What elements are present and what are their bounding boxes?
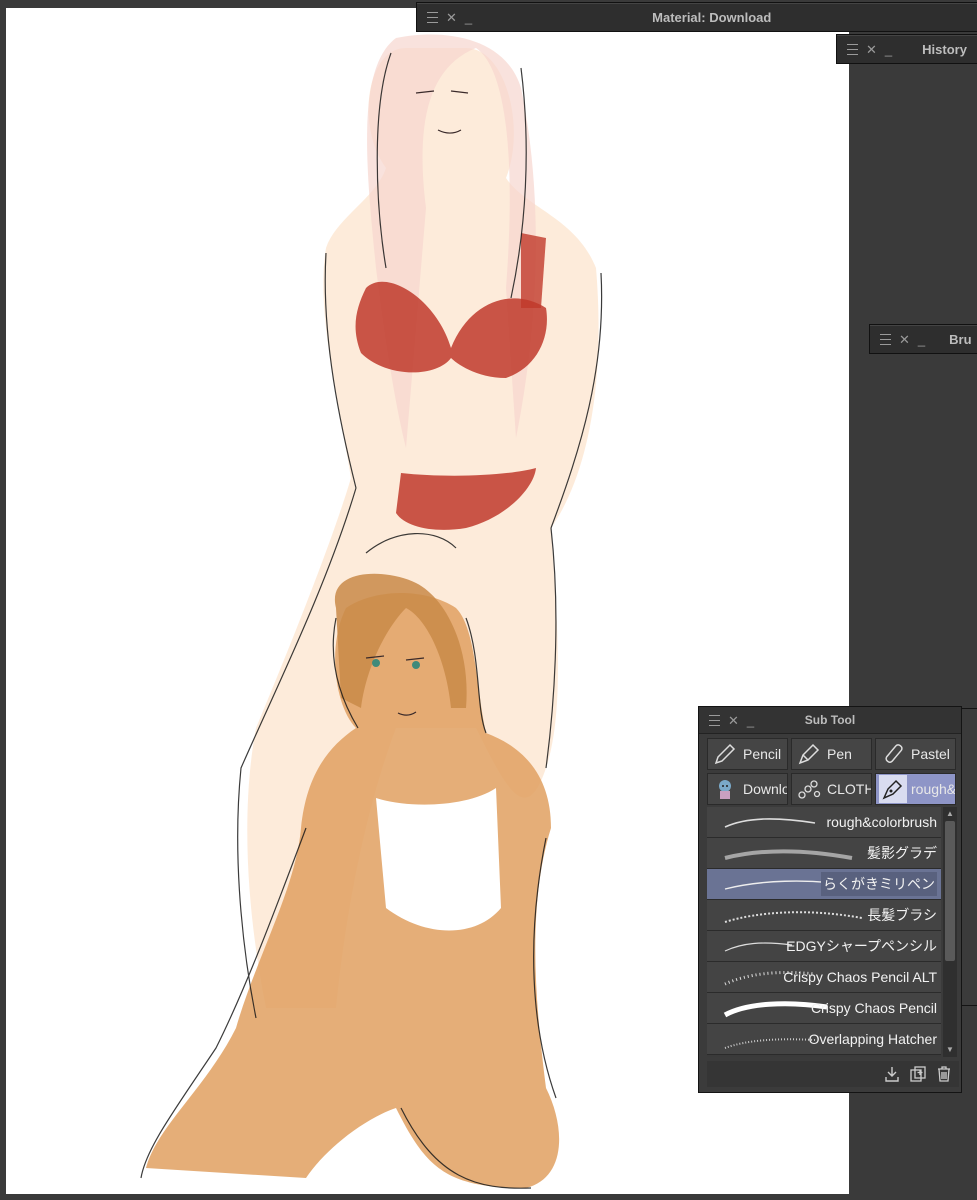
brush-item[interactable]: Crispy Chaos Pencil xyxy=(707,993,941,1024)
close-icon[interactable]: ✕ xyxy=(866,43,877,56)
panel-title: Material: Download xyxy=(652,9,772,25)
group-label: Pen xyxy=(827,746,852,762)
close-icon[interactable]: ✕ xyxy=(899,333,910,346)
subtool-group-download[interactable]: Downlo xyxy=(707,773,788,805)
group-label: Pencil xyxy=(743,746,782,762)
chain-icon xyxy=(795,775,823,803)
subtool-panel-header[interactable]: ✕ _ Sub Tool xyxy=(699,707,961,734)
pastel-icon xyxy=(879,740,907,768)
brush-name: 髪影グラデ xyxy=(867,845,937,861)
brush-stroke-preview xyxy=(724,911,863,923)
trash-icon[interactable] xyxy=(935,1065,953,1083)
brush-item[interactable]: rough&colorbrush xyxy=(707,807,941,838)
panel-title: Bru xyxy=(949,331,972,347)
group-label: Downlo xyxy=(743,781,788,797)
subtool-group-pen[interactable]: Pen xyxy=(791,738,872,770)
brush-name: Crispy Chaos Pencil xyxy=(810,1000,937,1016)
material-panel-header[interactable]: ✕ _ Material: Download xyxy=(416,2,977,32)
scroll-up-icon[interactable]: ▲ xyxy=(945,809,955,819)
minimize-icon[interactable]: _ xyxy=(918,333,925,346)
character-icon xyxy=(711,775,739,803)
group-label: Pastel xyxy=(911,746,950,762)
brush-item[interactable]: Overlapping Hatcher xyxy=(707,1024,941,1055)
subtool-group-pastel[interactable]: Pastel xyxy=(875,738,956,770)
subtool-panel: ✕ _ Sub Tool Pencil Pen Pastel Downlo CL… xyxy=(698,706,962,1093)
brush-name: EDGYシャープペンシル xyxy=(786,938,937,954)
pen-nib-icon xyxy=(879,775,907,803)
pen-icon xyxy=(795,740,823,768)
hamburger-icon[interactable] xyxy=(709,714,720,726)
brush-item-selected[interactable]: らくがきミリペン xyxy=(707,869,941,900)
brush-stroke-preview xyxy=(724,1038,816,1049)
subtool-group-tabs: Pencil Pen Pastel Downlo CLOTH rough& xyxy=(699,734,961,807)
scroll-down-icon[interactable]: ▼ xyxy=(945,1045,955,1055)
duplicate-icon[interactable] xyxy=(909,1065,927,1083)
hamburger-icon[interactable] xyxy=(427,11,438,23)
brush-stroke-preview xyxy=(724,942,793,952)
brush-name: 長髪ブラシ xyxy=(867,907,937,923)
subtool-footer xyxy=(707,1061,959,1087)
brush-name: rough&colorbrush xyxy=(826,814,937,830)
brush-stroke-preview xyxy=(724,818,816,828)
scrollbar-thumb[interactable] xyxy=(945,821,955,961)
minimize-icon[interactable]: _ xyxy=(747,714,754,727)
brush-name: Crispy Chaos Pencil ALT xyxy=(783,969,937,985)
brush-stroke-preview xyxy=(724,849,853,860)
subtool-group-rough[interactable]: rough& xyxy=(875,773,956,805)
panel-title: History xyxy=(922,41,967,57)
brush-list: rough&colorbrush 髪影グラデ らくがきミリペン 長髪ブラシ ED… xyxy=(707,807,941,1057)
close-icon[interactable]: ✕ xyxy=(728,714,739,727)
group-label: CLOTH xyxy=(827,781,872,797)
hamburger-icon[interactable] xyxy=(847,43,858,55)
brush-name: らくがきミリペン xyxy=(821,872,937,896)
brush-item[interactable]: 長髪ブラシ xyxy=(707,900,941,931)
hamburger-icon[interactable] xyxy=(880,333,891,345)
brush-list-scrollbar[interactable]: ▲ ▼ xyxy=(943,807,957,1057)
brush-item[interactable]: EDGYシャープペンシル xyxy=(707,931,941,962)
brush-item[interactable]: Crispy Chaos Pencil ALT xyxy=(707,962,941,993)
pencil-icon xyxy=(711,740,739,768)
subtool-group-cloth[interactable]: CLOTH xyxy=(791,773,872,805)
minimize-icon[interactable]: _ xyxy=(885,43,892,56)
adjacent-panel-edge xyxy=(961,708,977,1006)
history-panel-header[interactable]: ✕ _ History xyxy=(836,34,977,64)
minimize-icon[interactable]: _ xyxy=(465,11,472,24)
import-icon[interactable] xyxy=(883,1065,901,1083)
brush-panel-header[interactable]: ✕ _ Bru xyxy=(869,324,977,354)
group-label: rough& xyxy=(911,781,956,797)
brush-item[interactable]: 髪影グラデ xyxy=(707,838,941,869)
subtool-group-pencil[interactable]: Pencil xyxy=(707,738,788,770)
brush-name: Overlapping Hatcher xyxy=(808,1031,937,1047)
close-icon[interactable]: ✕ xyxy=(446,11,457,24)
